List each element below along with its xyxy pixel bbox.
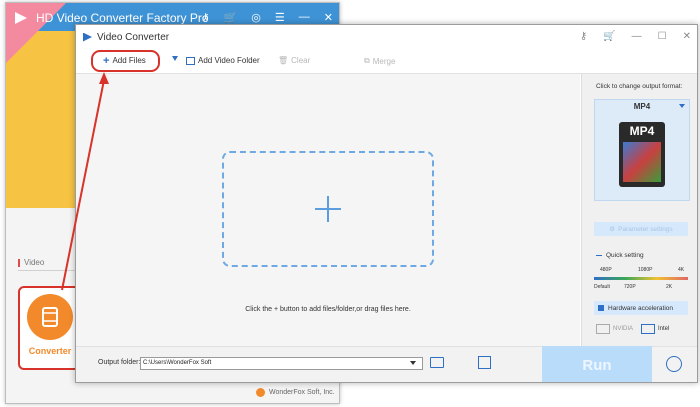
close-icon[interactable]: ✕ [324,11,333,24]
quality-slider[interactable] [594,277,688,280]
close-icon[interactable]: ✕ [683,31,691,42]
maximize-icon[interactable]: ☐ [658,31,667,42]
output-format-label: Click to change output format: [596,83,683,90]
output-format-panel: Click to change output format: MP4 MP4 ⚙… [581,74,697,346]
video-tab-label: Video [24,258,45,267]
globe-icon[interactable]: ◎ [251,11,261,24]
output-folder-label: Output folder: [98,359,141,366]
add-video-folder-button[interactable]: Add Video Folder [186,56,260,65]
add-plus-icon-vertical [327,196,329,222]
clear-label: Clear [291,56,311,65]
quick-setting-label: Quick setting [596,252,644,259]
quick-setting-marker [596,255,602,256]
output-format-name: MP4 [633,102,651,111]
background-footer: WonderFox Soft, Inc. [256,388,335,397]
intel-option[interactable]: Intel [641,324,669,334]
quality-480p: 480P [600,267,612,273]
trash-icon: 🗑 [278,56,289,65]
checkbox-icon [598,305,604,311]
alarm-clock-icon[interactable] [666,356,682,372]
menu-icon[interactable]: ☰ [275,11,285,24]
cart-icon[interactable]: 🛒 [224,11,238,24]
chevron-down-icon[interactable] [410,361,416,365]
video-tab-marker [18,258,20,267]
nvidia-icon [596,324,610,334]
window-title: Video Converter [97,31,170,43]
video-converter-window: Video Converter ⚷ 🛒 — ☐ ✕ + Add Files Ad… [75,24,698,383]
video-tab[interactable]: Video [18,258,44,267]
bottom-bar: Output folder: C:\Users\WonderFox Soft R… [76,346,697,382]
quick-setting-text: Quick setting [606,252,644,259]
clear-button[interactable]: 🗑 Clear [278,56,310,65]
quality-4k: 4K [678,267,685,273]
nvidia-label: NVIDIA [613,326,634,332]
minimize-icon[interactable]: — [299,11,310,24]
drop-hint: Click the + button to add files/folder,o… [245,306,411,313]
merge-button[interactable]: ⧉ Merge [364,56,395,66]
key-icon[interactable]: ⚷ [580,31,587,42]
add-files-highlight [91,50,160,72]
quality-default: Default [594,284,610,290]
minimize-icon[interactable]: — [632,31,642,42]
converter-button[interactable]: Converter [18,286,82,370]
open-folder-icon[interactable] [430,357,444,368]
chevron-down-icon [172,56,178,61]
mp4-icon-text: MP4 [629,124,655,138]
folder-plus-icon [186,56,195,65]
toolbar: + Add Files Add Video Folder 🗑 Clear ⧉ M… [76,49,697,74]
chevron-down-icon [679,104,685,108]
hardware-acceleration-toggle[interactable]: Hardware acceleration [594,301,688,315]
quality-720p: 720P [624,284,636,290]
divider [18,270,78,271]
file-drop-area[interactable]: Click the + button to add files/folder,o… [76,74,580,346]
parameter-settings-button[interactable]: ⚙ Parameter settings [594,222,688,236]
mp4-format-icon: MP4 [619,122,665,187]
wonderfox-logo-icon [256,388,265,397]
merge-label: Merge [372,56,396,66]
run-button[interactable]: Run [542,346,652,382]
output-format-selector[interactable]: MP4 MP4 [594,99,690,201]
nvidia-option[interactable]: NVIDIA [596,324,633,334]
settings-icon: ⚙ [609,226,616,233]
converter-icon [27,294,73,340]
hardware-acceleration-label: Hardware acceleration [608,304,674,312]
gpu-options: NVIDIA Intel [596,324,669,334]
film-icon [42,307,58,327]
intel-label: Intel [658,326,670,332]
cart-icon[interactable]: 🛒 [603,31,615,42]
intel-icon [641,324,656,334]
drop-zone[interactable] [222,151,434,267]
app-logo-icon [15,12,27,24]
output-folder-input[interactable]: C:\Users\WonderFox Soft [140,357,423,370]
preview-icon[interactable] [478,356,491,369]
footer-text: WonderFox Soft, Inc. [269,389,335,396]
quality-1080p: 1080P [638,267,653,273]
parameter-settings-label: Parameter settings [618,225,673,233]
merge-icon: ⧉ [364,56,370,65]
film-strip-graphic [623,142,661,182]
window-logo-icon [83,32,92,42]
add-files-dropdown[interactable] [172,56,178,61]
quality-2k: 2K [666,284,673,290]
converter-label: Converter [28,346,72,356]
window-titlebar: Video Converter ⚷ 🛒 — ☐ ✕ [76,25,697,49]
key-icon[interactable]: ⚷ [202,11,210,24]
add-video-folder-label: Add Video Folder [198,56,260,65]
background-app-title: HD Video Converter Factory Pro [36,11,209,25]
